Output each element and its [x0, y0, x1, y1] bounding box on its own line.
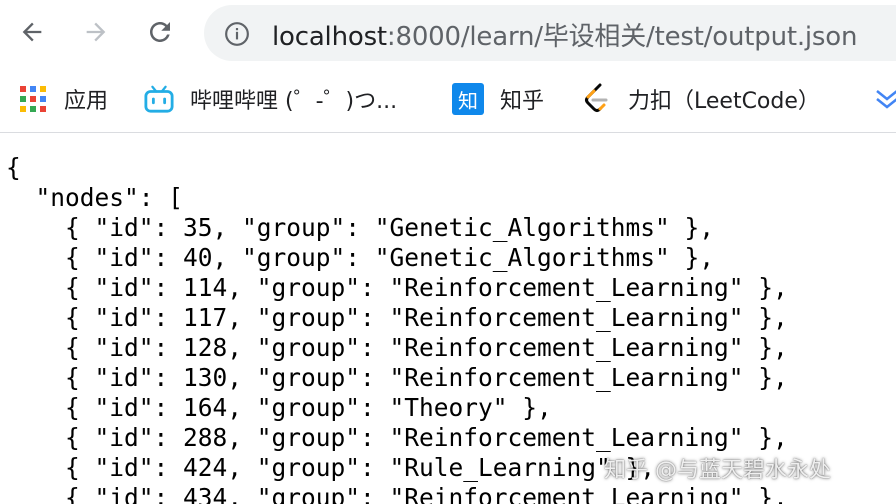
browser-toolbar: localhost:8000/learn/毕设相关/test/output.js… — [0, 0, 896, 66]
bookmarks-bar: 应用 哔哩哔哩 (゜-゜)つ... 知 知乎 力扣（LeetCode） — [0, 66, 896, 133]
bookmark-apps[interactable]: 应用 — [18, 82, 108, 116]
bookmark-label: 应用 — [64, 89, 109, 114]
json-line: { "id": 114, "group": "Reinforcement_Lea… — [6, 273, 788, 302]
reload-icon — [150, 22, 170, 42]
json-line: { "id": 35, "group": "Genetic_Algorithms… — [6, 213, 715, 242]
bookmark-zhihu[interactable]: 知 知乎 — [452, 82, 544, 116]
json-line: { — [6, 153, 21, 182]
json-line: { "id": 130, "group": "Reinforcement_Lea… — [6, 363, 788, 392]
json-line: { "id": 117, "group": "Reinforcement_Lea… — [6, 303, 788, 332]
bookmark-label: 哔哩哔哩 (゜-゜)つ... — [190, 89, 398, 114]
json-line: { "id": 434, "group": "Reinforcement_Lea… — [6, 483, 788, 504]
watermark: 知乎 @与蓝天碧水永处 — [604, 458, 831, 483]
address-bar[interactable]: localhost:8000/learn/毕设相关/test/output.js… — [204, 5, 896, 61]
forward-button[interactable] — [76, 12, 116, 52]
bookmark-bilibili[interactable]: 哔哩哔哩 (゜-゜)つ... — [144, 82, 397, 116]
bilibili-icon — [144, 84, 174, 114]
chevron-overflow-icon — [872, 84, 896, 114]
zhihu-icon: 知 — [452, 83, 484, 115]
leetcode-icon — [582, 83, 612, 114]
url-host: localhost — [272, 22, 387, 52]
zhihu-icon-text: 知 — [458, 88, 478, 113]
reload-button[interactable] — [140, 12, 180, 52]
bookmark-label: 力扣（LeetCode） — [628, 89, 820, 114]
url-path: :8000/learn/毕设相关/test/output.json — [386, 22, 858, 52]
url-text[interactable]: localhost:8000/learn/毕设相关/test/output.js… — [272, 16, 857, 53]
json-viewer: { "nodes": [ { "id": 35, "group": "Genet… — [0, 133, 896, 504]
bookmark-leetcode[interactable]: 力扣（LeetCode） — [582, 82, 820, 116]
json-line: { "id": 288, "group": "Reinforcement_Lea… — [6, 423, 788, 452]
back-button[interactable] — [12, 12, 52, 52]
json-line: { "id": 128, "group": "Reinforcement_Lea… — [6, 333, 788, 362]
json-line: { "id": 40, "group": "Genetic_Algorithms… — [6, 243, 715, 272]
json-line: "nodes": [ — [6, 183, 184, 212]
bookmarks-overflow[interactable] — [872, 82, 896, 116]
apps-grid-icon — [18, 84, 48, 114]
bookmark-label: 知乎 — [500, 89, 545, 114]
json-line: { "id": 164, "group": "Theory" }, — [6, 393, 552, 422]
site-info-icon[interactable] — [224, 21, 249, 46]
back-arrow-icon — [22, 22, 42, 42]
forward-arrow-icon — [86, 22, 106, 42]
